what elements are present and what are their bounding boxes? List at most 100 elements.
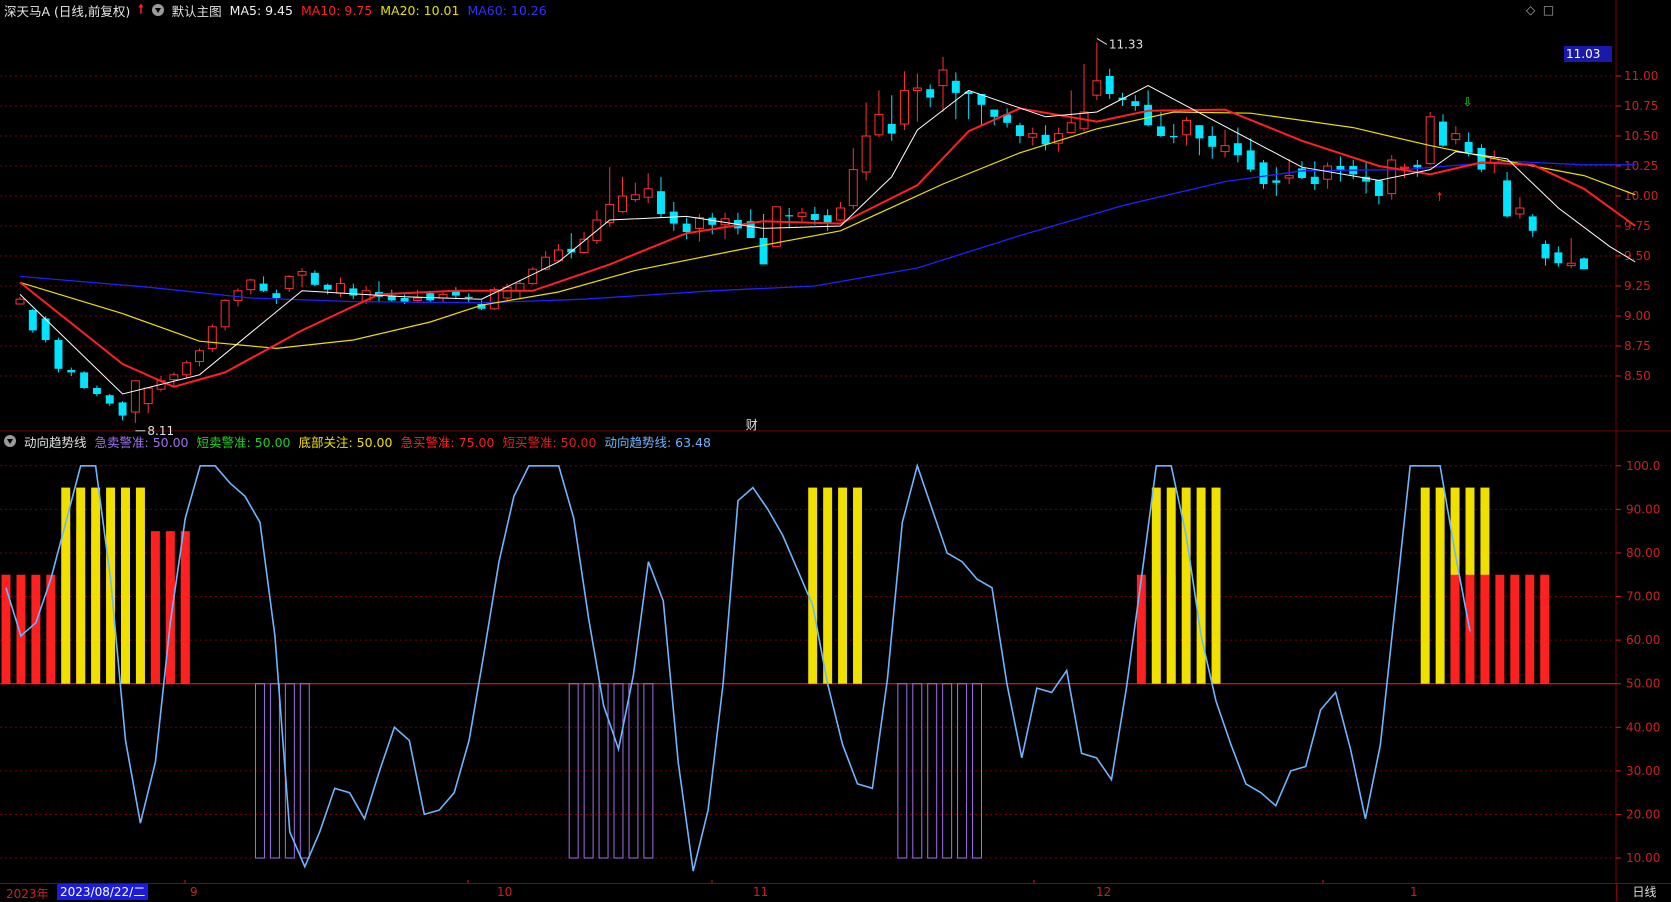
- year-label: 2023年: [6, 887, 49, 901]
- y-tick-label: 10.50: [1624, 129, 1658, 143]
- ma10-line: [19, 107, 1636, 388]
- signal-bar: [1166, 487, 1176, 684]
- period-button[interactable]: 日线: [1616, 883, 1671, 901]
- chart-canvas[interactable]: 11.0010.7510.5010.2510.009.759.509.259.0…: [0, 0, 1671, 883]
- candle-body: [1284, 175, 1294, 179]
- candle-body: [1528, 216, 1537, 231]
- candle-body: [759, 238, 768, 265]
- candle-body: [657, 191, 665, 214]
- y-tick-label: 10.00: [1624, 189, 1658, 203]
- candle-body: [1015, 125, 1024, 136]
- candle-body: [1195, 125, 1204, 139]
- candle-body: [912, 87, 922, 91]
- candle-body: [1566, 262, 1576, 267]
- candle-body: [336, 283, 345, 294]
- signal-bar: [1136, 574, 1146, 684]
- candle-body: [1310, 176, 1319, 184]
- candle-body: [259, 283, 268, 291]
- signal-bar: [838, 487, 848, 684]
- candle-body: [233, 290, 243, 301]
- y-tick-label: 70.00: [1626, 590, 1660, 604]
- financial-marker: 财: [746, 418, 758, 432]
- candle-body: [412, 297, 422, 301]
- candle-body: [1182, 119, 1192, 136]
- candle-body: [182, 362, 192, 376]
- up-arrow-icon: 🠕: [1437, 189, 1442, 203]
- candle-body: [810, 214, 819, 220]
- signal-bar: [1450, 574, 1460, 684]
- candle-body: [118, 402, 127, 416]
- candle-body: [630, 194, 640, 201]
- candle-body: [1541, 244, 1550, 259]
- candle-body: [105, 395, 114, 404]
- candle-body: [1259, 162, 1268, 184]
- month-label: 9: [190, 885, 198, 899]
- candle-body: [1144, 104, 1153, 126]
- candle-body: [835, 207, 845, 221]
- signal-bar: [1480, 574, 1490, 684]
- candle-body: [502, 286, 512, 299]
- signal-bar: [823, 487, 833, 684]
- candle-body: [1297, 168, 1306, 178]
- y-tick-label: 9.25: [1624, 279, 1651, 293]
- signal-bar: [1435, 487, 1445, 684]
- y-tick-label: 80.00: [1626, 546, 1660, 560]
- candle-body: [284, 275, 294, 289]
- candle-body: [1156, 126, 1165, 136]
- y-tick-label: 10.00: [1626, 851, 1660, 865]
- signal-bar: [31, 574, 41, 684]
- y-tick-label: 8.50: [1624, 369, 1651, 383]
- high-pointer: [1096, 37, 1108, 45]
- candle-body: [1233, 143, 1242, 156]
- signal-bar: [121, 487, 130, 684]
- candle-body: [541, 256, 551, 270]
- signal-bar: [1510, 574, 1520, 684]
- candle-body: [1041, 134, 1050, 145]
- candle-body: [349, 288, 358, 296]
- candle-body: [54, 340, 63, 369]
- candle-body: [169, 374, 179, 381]
- candle-body: [951, 80, 960, 93]
- candle-body: [1464, 142, 1473, 153]
- candle-body: [195, 350, 204, 363]
- candle-body: [28, 310, 37, 331]
- signal-bar: [1151, 487, 1161, 684]
- month-label: 10: [497, 885, 513, 899]
- down-arrow-icon: ⇩: [1463, 95, 1473, 109]
- candle-body: [1413, 164, 1422, 168]
- candle-body: [92, 388, 101, 394]
- ma5-line: [19, 85, 1636, 395]
- candle-body: [15, 298, 25, 305]
- candle-body: [400, 298, 409, 302]
- signal-bar: [61, 487, 71, 684]
- candle-body: [1272, 180, 1281, 183]
- candle-body: [297, 271, 307, 276]
- candle-body: [1400, 166, 1409, 169]
- signal-bar: [1540, 574, 1550, 684]
- y-tick-label: 9.50: [1624, 249, 1651, 263]
- candle-body: [938, 69, 948, 87]
- candle-body: [785, 215, 794, 217]
- candle-body: [1246, 150, 1255, 170]
- y-tick-label: 60.00: [1626, 633, 1660, 647]
- signal-bar: [1, 574, 11, 684]
- candle-body: [926, 89, 935, 98]
- stock-chart-window: { "header": { "title": "深天马A (日线,前复权)", …: [0, 0, 1671, 901]
- candle-body: [643, 188, 653, 198]
- candle-body: [528, 268, 538, 285]
- candle-body: [874, 113, 884, 136]
- month-label: 11: [753, 885, 769, 899]
- candle-body: [1323, 165, 1333, 180]
- candle-body: [990, 109, 999, 117]
- signal-bar: [76, 487, 86, 684]
- candle-body: [861, 135, 871, 173]
- signal-bar: [808, 487, 818, 684]
- candle-body: [1208, 136, 1217, 147]
- date-axis: 2023年 2023/08/22/二 9 10 11 12 1: [0, 883, 1616, 901]
- month-label: 12: [1096, 885, 1112, 899]
- candle-body: [464, 296, 473, 298]
- candle-body: [1131, 101, 1140, 106]
- signal-bar: [46, 574, 56, 684]
- current-price-tag: 11.03: [1564, 46, 1612, 62]
- candle-body: [682, 223, 691, 232]
